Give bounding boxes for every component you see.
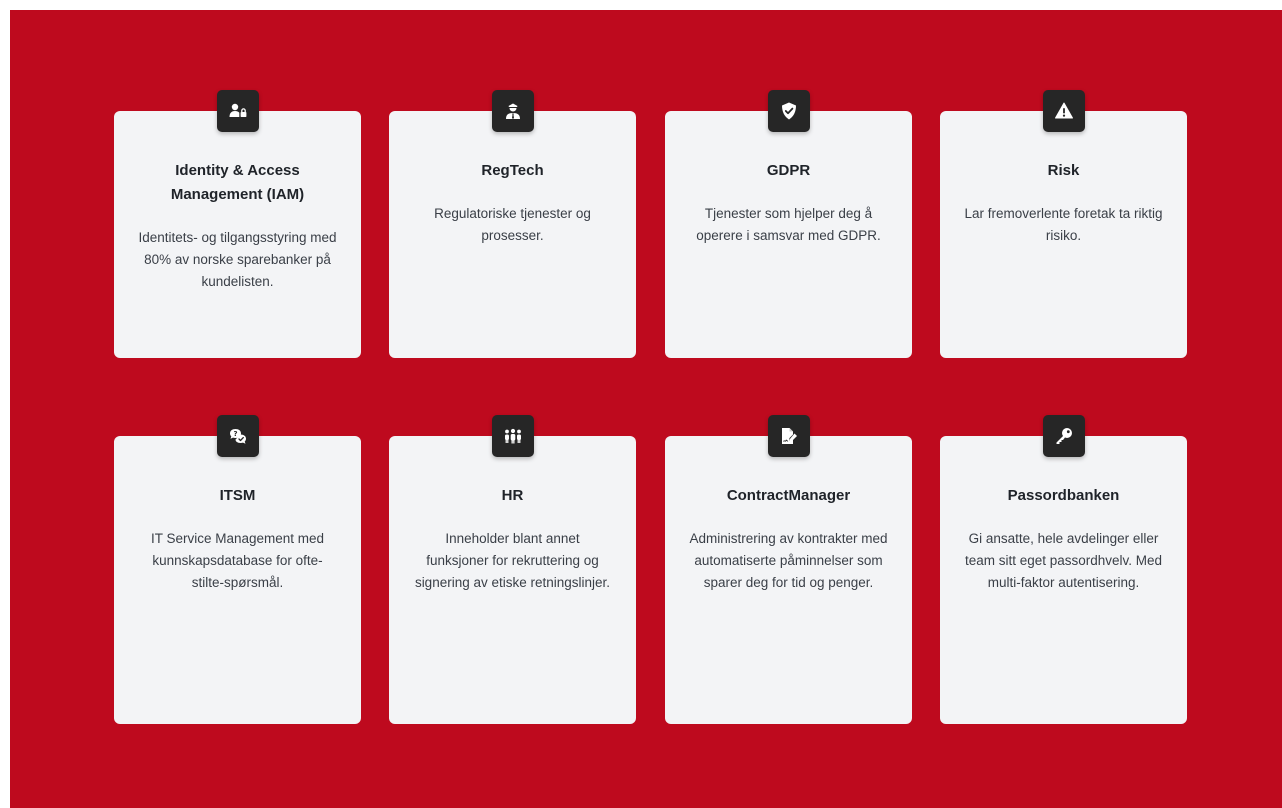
service-description: Lar fremoverlente foretak ta riktig risi…	[964, 206, 1163, 243]
service-description: Identitets- og tilgangsstyring med 80% a…	[138, 230, 337, 289]
key-icon	[1042, 415, 1085, 457]
service-title: Identity & Access Management (IAM)	[170, 162, 305, 203]
service-card-gdpr[interactable]: GDPR Tjenester som hjelper deg å operere…	[665, 90, 912, 358]
people-group-icon	[491, 415, 534, 457]
service-card-hr[interactable]: HR Inneholder blant annet funksjoner for…	[389, 415, 636, 724]
service-title: Passordbanken	[1007, 487, 1120, 504]
service-card-iam[interactable]: Identity & Access Management (IAM) Ident…	[114, 90, 361, 358]
service-description: Administrering av kontrakter med automat…	[689, 531, 888, 590]
service-title: GDPR	[766, 162, 811, 179]
services-section: Identity & Access Management (IAM) Ident…	[10, 10, 1282, 808]
service-title: ContractManager	[726, 487, 851, 504]
service-card-itsm[interactable]: ? ITSM IT Service Management med kunnska…	[114, 415, 361, 724]
user-lock-icon	[216, 90, 259, 132]
service-title: HR	[501, 487, 524, 504]
service-title: RegTech	[481, 162, 544, 179]
service-card-contractmanager[interactable]: ContractManager Administrering av kontra…	[665, 415, 912, 724]
svg-text:?: ?	[233, 430, 237, 438]
service-description: Inneholder blant annet funksjoner for re…	[414, 531, 611, 590]
service-description: Tjenester som hjelper deg å operere i sa…	[696, 206, 881, 243]
service-title: Risk	[1047, 162, 1080, 179]
service-description: Regulatoriske tjenester og prosesser.	[434, 206, 591, 243]
service-card-regtech[interactable]: RegTech Regulatoriske tjenester og prose…	[389, 90, 636, 358]
service-card-risk[interactable]: Risk Lar fremoverlente foretak ta riktig…	[940, 90, 1187, 358]
service-description: Gi ansatte, hele avdelinger eller team s…	[964, 531, 1163, 590]
file-signature-icon	[767, 415, 810, 457]
service-title: ITSM	[219, 487, 256, 504]
user-tie-icon	[491, 90, 534, 132]
service-card-passordbanken[interactable]: Passordbanken Gi ansatte, hele avdelinge…	[940, 415, 1187, 724]
service-description: IT Service Management med kunnskapsdatab…	[150, 531, 325, 590]
warning-triangle-icon	[1042, 90, 1085, 132]
shield-check-icon	[767, 90, 810, 132]
comments-question-icon: ?	[216, 415, 259, 457]
